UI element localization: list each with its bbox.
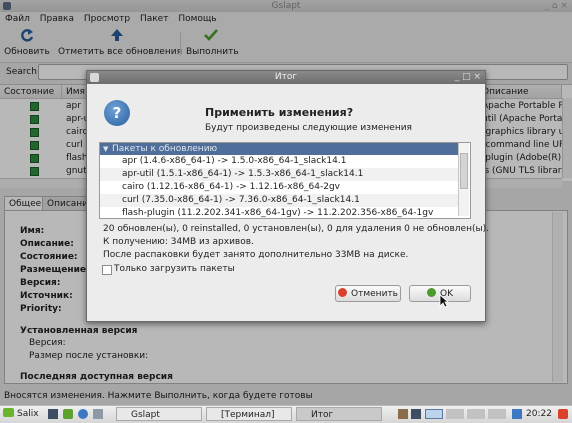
- browser-launcher-icon[interactable]: [78, 409, 88, 419]
- start-menu-button[interactable]: Salix: [3, 407, 39, 422]
- workspace-3[interactable]: [467, 409, 485, 419]
- expander-down-icon[interactable]: ▼: [103, 143, 108, 155]
- list-item[interactable]: apr (1.4.6-x86_64-1) -> 1.5.0-x86_64-1_s…: [122, 155, 346, 168]
- clock[interactable]: 20:22: [526, 407, 552, 422]
- cancel-label: Отменить: [351, 289, 398, 299]
- summary-download: К получению: 34MB из архивов.: [103, 237, 254, 247]
- cancel-button[interactable]: Отменить: [335, 285, 401, 302]
- taskbar-window-summary[interactable]: Итог: [296, 407, 382, 421]
- taskbar-window-label: Gslapt: [131, 410, 160, 420]
- list-item[interactable]: curl (7.35.0-x86_64-1) -> 7.36.0-x86_64-…: [122, 194, 360, 207]
- taskbar-window-terminal[interactable]: [Терминал]: [206, 407, 292, 421]
- mouse-pointer-icon: [439, 294, 449, 308]
- files-launcher-icon[interactable]: [93, 409, 103, 419]
- tree-group-upgrade[interactable]: ▼ Пакеты к обновлению: [100, 143, 458, 155]
- ok-checkmark-icon: [427, 288, 436, 297]
- salix-logo-icon: [3, 408, 14, 417]
- list-item[interactable]: apr-util (1.5.1-x86_64-1) -> 1.5.3-x86_6…: [122, 168, 363, 181]
- logout-icon[interactable]: [558, 409, 568, 419]
- editor-launcher-icon[interactable]: [63, 409, 73, 419]
- dialog-app-icon: [90, 73, 99, 82]
- dialog-heading: Применить изменения?: [205, 106, 354, 119]
- taskbar-window-label: Итог: [311, 410, 334, 420]
- taskbar-window-label: [Терминал]: [221, 410, 275, 420]
- dialog-title: Итог: [274, 72, 298, 82]
- workspace-4[interactable]: [488, 409, 506, 419]
- tree-scrollbar[interactable]: [458, 143, 469, 216]
- calendar-icon: [512, 409, 522, 419]
- changes-tree[interactable]: ▼ Пакеты к обновлению apr (1.4.6-x86_64-…: [99, 142, 471, 219]
- list-item[interactable]: flash-plugin (11.2.202.341-x86_64-1gv) -…: [122, 207, 433, 218]
- tray-app-icon[interactable]: [398, 409, 408, 419]
- list-item[interactable]: cairo (1.12.16-x86_64-1) -> 1.12.16-x86_…: [122, 181, 340, 194]
- download-only-label[interactable]: Только загрузить пакеты: [114, 263, 235, 275]
- scrollbar-thumb[interactable]: [460, 153, 468, 189]
- dialog-titlebar[interactable]: Итог _ □ ×: [87, 71, 485, 84]
- taskbar: Salix Gslapt [Терминал] Итог 20:22: [0, 405, 572, 423]
- cancel-icon: [338, 288, 348, 297]
- summary-dialog: Итог _ □ × ? Применить изменения? Будут …: [86, 70, 489, 322]
- summary-counts: 20 обновлен(ы), 0 reinstalled, 0 установ…: [103, 224, 489, 234]
- workspace-1[interactable]: [425, 409, 443, 419]
- dialog-window-controls[interactable]: _ □ ×: [455, 71, 481, 84]
- dialog-subheading: Будут произведены следующие изменения: [205, 123, 412, 133]
- tray-network-icon[interactable]: [411, 409, 421, 419]
- tree-group-label: Пакеты к обновлению: [112, 144, 218, 154]
- workspace-2[interactable]: [446, 409, 464, 419]
- start-label: Salix: [17, 409, 39, 419]
- summary-disk: После распаковки будет занято дополнител…: [103, 250, 409, 260]
- taskbar-window-gslapt[interactable]: Gslapt: [116, 407, 202, 421]
- download-only-checkbox[interactable]: [102, 265, 112, 275]
- terminal-launcher-icon[interactable]: [48, 409, 58, 419]
- question-icon: ?: [104, 100, 130, 126]
